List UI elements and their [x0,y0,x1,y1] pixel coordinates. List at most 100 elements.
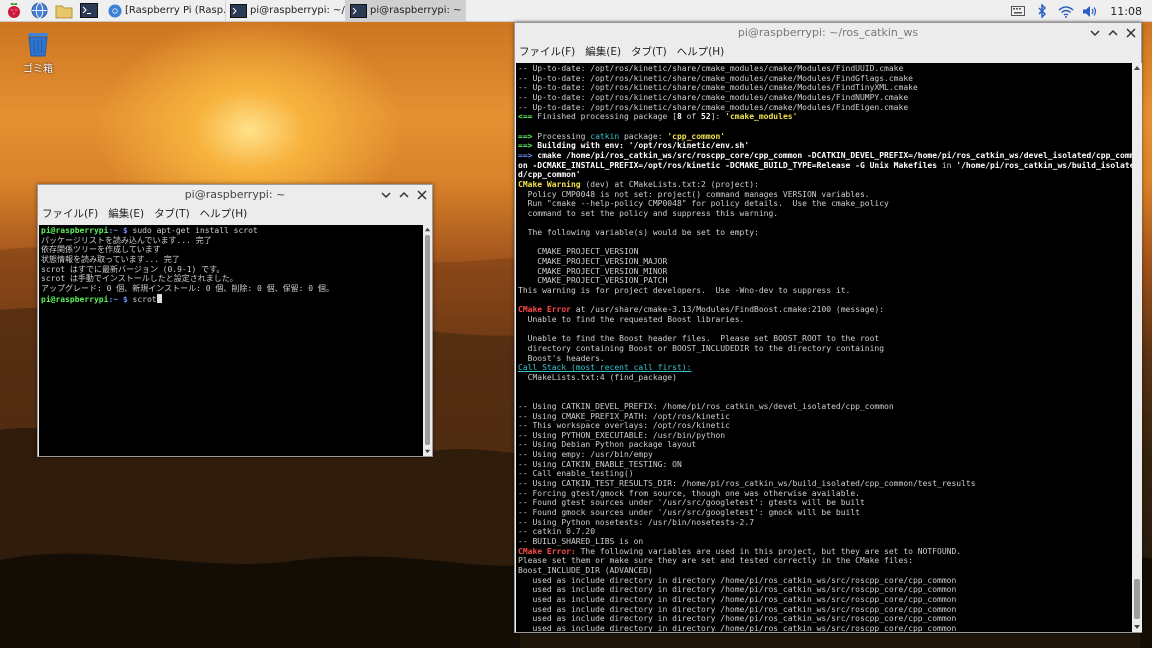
taskbar-task-terminal-ros[interactable]: pi@raspberrypi: ~/ros... [226,0,346,21]
terminal-line: Unable to find the requested Boost libra… [518,315,1130,325]
close-button[interactable] [416,189,428,201]
terminal-text: -- Using CATKIN_DEVEL_PREFIX: /home/pi/r… [518,401,894,411]
output-line: scrot は手動でインストールしたと設定されました。 [41,274,238,284]
terminal-line: Boost_INCLUDE_DIR (ADVANCED) [518,566,1130,576]
terminal-line: <== Finished processing package [8 of 52… [518,112,1130,122]
terminal-line: used as include directory in directory /… [518,614,1130,624]
terminal-window-home: pi@raspberrypi: ~ ファイル(F) 編集(E) タブ(T) ヘル… [37,184,433,457]
terminal-text: Processing [537,131,591,141]
terminal-launcher-icon[interactable] [78,0,100,22]
clock[interactable]: 11:08 [1110,5,1142,18]
terminal-output[interactable]: pi@raspberrypi:~ $ sudo apt-get install … [39,225,423,456]
terminal-line: Boost's headers. [518,354,1130,364]
raspberry-menu-icon[interactable] [3,0,25,22]
text-cursor [156,293,162,303]
terminal-text: The following variables are used in this… [575,546,962,556]
terminal-text: in [937,160,957,170]
command-line: pi@raspberrypi:~ $ scrot [41,293,421,305]
desktop-trash-label: ゴミ箱 [23,64,53,75]
menu-edit[interactable]: 編集(E) [585,44,621,59]
menu-edit[interactable]: 編集(E) [108,206,144,221]
taskbar-task-chromium[interactable]: [Raspberry Pi (Rasp... [104,0,226,21]
bluetooth-icon[interactable] [1030,0,1054,22]
output-line: scrot はすでに最新バージョン (0.9-1) です。 [41,264,225,274]
terminal-text: 'cpp_common' [667,131,726,141]
terminal-text: CMAKE_PROJECT_VERSION [518,247,639,257]
desktop-trash[interactable]: ゴミ箱 [18,30,58,75]
scroll-up-icon[interactable] [423,226,432,233]
minimize-button[interactable] [1089,27,1101,39]
terminal-text: -- Up-to-date: /opt/ros/kinetic/share/cm… [518,102,909,112]
terminal-text: Boost's headers. [518,353,605,363]
terminal-text: -- Using CMAKE_PREFIX_PATH: /opt/ros/kin… [518,411,730,421]
terminal-text: -- Using CATKIN_ENABLE_TESTING: ON [518,459,682,469]
terminal-line: Run "cmake --help-policy CMP0048" for po… [518,199,1130,209]
terminal-text: -- Using Python nosetests: /usr/bin/nose… [518,517,755,527]
terminal-text: Run "cmake --help-policy CMP0048" for po… [518,199,889,209]
maximize-button[interactable] [1107,27,1119,39]
file-manager-icon[interactable] [53,0,75,22]
terminal-line: -- Found gmock sources under '/usr/src/g… [518,508,1130,518]
terminal-text: (dev) at CMakeLists.txt:2 (project): [580,179,759,189]
terminal-text: command to set the policy and suppress t… [518,208,779,218]
taskbar-task-label: pi@raspberrypi: ~ [370,5,462,16]
terminal-text: CMAKE_PROJECT_VERSION_MAJOR [518,257,668,267]
terminal-line: used as include directory in directory /… [518,585,1130,595]
taskbar-task-label: pi@raspberrypi: ~/ros... [250,5,345,16]
terminal-line: -- Up-to-date: /opt/ros/kinetic/share/cm… [518,83,1130,93]
terminal-scrollbar[interactable] [1132,63,1142,632]
terminal-text: ]: [710,112,726,122]
terminal-text: ==> [518,141,538,151]
window-title: pi@raspberrypi: ~/ros_catkin_ws [737,26,919,39]
output-line: アップグレード: 0 個、新規インストール: 0 個、削除: 0 個、保留: 0… [41,283,334,293]
keyboard-icon[interactable] [1006,0,1030,22]
web-browser-icon[interactable] [28,0,50,22]
terminal-text: -- Up-to-date: /opt/ros/kinetic/share/cm… [518,83,918,93]
terminal-line: -- This workspace overlays: /opt/ros/kin… [518,421,1130,431]
terminal-text: ==> [518,131,538,141]
menu-help[interactable]: ヘルプ(H) [677,44,725,59]
command-line: pi@raspberrypi:~ $ sudo apt-get install … [41,226,258,235]
terminal-text: -- Using Debian Python package layout [518,440,697,450]
scroll-up-icon[interactable] [1132,64,1142,72]
scrollbar-thumb[interactable] [425,235,430,445]
terminal-line: CMAKE_PROJECT_VERSION [518,247,1130,257]
maximize-button[interactable] [398,189,410,201]
terminal-output[interactable]: -- Up-to-date: /opt/ros/kinetic/share/cm… [516,63,1132,632]
terminal-icon [230,3,247,18]
wifi-icon[interactable] [1054,0,1078,22]
window-titlebar[interactable]: pi@raspberrypi: ~ [38,185,432,204]
terminal-line: -- Using PYTHON_EXECUTABLE: /usr/bin/pyt… [518,431,1130,441]
terminal-text: -- catkin 0.7.20 [518,527,596,537]
terminal-text: cmake /home/pi/ros_catkin_ws/src/roscpp_… [537,150,1132,160]
scrollbar-thumb[interactable] [1134,579,1140,619]
volume-icon[interactable] [1078,0,1102,22]
scroll-down-icon[interactable] [1132,623,1142,631]
menu-file[interactable]: ファイル(F) [42,206,98,221]
minimize-button[interactable] [380,189,392,201]
menu-help[interactable]: ヘルプ(H) [200,206,248,221]
terminal-line: Unable to find the Boost header files. P… [518,334,1130,344]
scroll-down-icon[interactable] [423,448,432,455]
terminal-scrollbar[interactable] [423,225,432,456]
terminal-line: -- Call enable_testing() [518,469,1130,479]
terminal-line: used as include directory in directory /… [518,605,1130,615]
terminal-text: -- Forcing gtest/gmock from source, thou… [518,488,860,498]
taskbar-task-terminal-home[interactable]: pi@raspberrypi: ~ [346,0,466,21]
terminal-text: -- Up-to-date: /opt/ros/kinetic/share/cm… [518,92,909,102]
menu-tabs[interactable]: タブ(T) [154,206,190,221]
terminal-text: Please set them or make sure they are se… [518,556,913,566]
terminal-text: Boost_INCLUDE_DIR (ADVANCED) [518,566,653,576]
menu-file[interactable]: ファイル(F) [519,44,575,59]
taskbar-task-label: [Raspberry Pi (Rasp... [125,5,226,16]
terminal-line: -- Up-to-date: /opt/ros/kinetic/share/cm… [518,93,1130,103]
window-titlebar[interactable]: pi@raspberrypi: ~/ros_catkin_ws [515,23,1141,42]
terminal-text: used as include directory in directory /… [518,604,957,614]
close-button[interactable] [1125,27,1137,39]
terminal-text: '/home/pi/ros_catkin_ws/build_isolate [956,160,1132,170]
menu-tabs[interactable]: タブ(T) [631,44,667,59]
